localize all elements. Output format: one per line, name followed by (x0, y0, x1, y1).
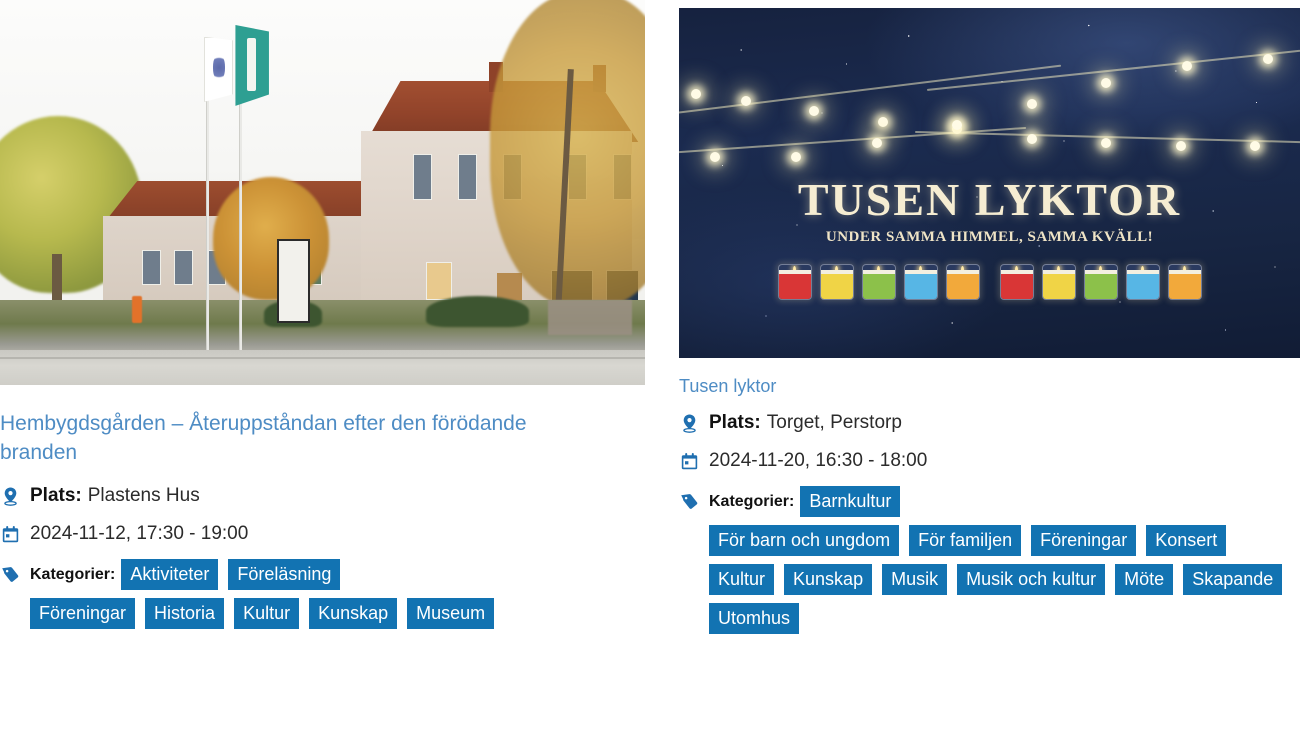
category-tag[interactable]: Musik (882, 564, 948, 595)
categories-overflow: För barn och ungdom För familjen Förenin… (709, 525, 1300, 642)
category-tag[interactable]: Föreningar (1031, 525, 1137, 556)
light-bulb (1101, 137, 1112, 148)
calendar-icon (679, 448, 699, 474)
lantern (1041, 263, 1076, 300)
poster-title: TUSEN LYKTOR (797, 173, 1182, 225)
flag-white (203, 36, 234, 102)
categories-label: Kategorier: (30, 565, 116, 583)
location-value: Torget, Perstorp (766, 412, 902, 433)
light-bulb (710, 151, 721, 162)
events-listing-page: Hembygdsgården – Återuppståndan efter de… (0, 0, 1300, 750)
light-bulb (1026, 99, 1037, 109)
window (412, 154, 433, 201)
window (141, 250, 162, 285)
category-tag[interactable]: Kultur (709, 564, 775, 595)
category-tag[interactable]: Kunskap (784, 564, 873, 595)
event-card-hembygdsgarden: Hembygdsgården – Återuppståndan efter de… (0, 0, 650, 637)
lantern (903, 263, 938, 300)
category-tag[interactable]: Aktiviteter (121, 559, 219, 590)
info-sign (277, 238, 310, 324)
date-value: 2024-11-12, 17:30 - 19:00 (30, 523, 249, 544)
category-tag[interactable]: Musik och kultur (957, 564, 1106, 595)
bench (548, 300, 633, 335)
lantern (1125, 263, 1160, 300)
date-row: 2024-11-20, 16:30 - 18:00 (679, 448, 1300, 474)
flag-green (235, 25, 269, 106)
lantern (1083, 263, 1118, 300)
tag-icon (0, 562, 20, 588)
location-pin-icon (0, 483, 20, 509)
calendar-icon (0, 521, 20, 547)
lantern (1167, 263, 1202, 300)
light-bulb (1026, 134, 1037, 144)
window-lit (425, 261, 452, 301)
categories-overflow: Föreningar Historia Kultur Kunskap Museu… (30, 598, 650, 637)
tree-middle (212, 177, 329, 301)
tag-icon (679, 489, 699, 515)
category-tag[interactable]: Utomhus (709, 603, 800, 634)
category-tag[interactable]: Föreläsning (228, 559, 341, 590)
category-tag[interactable]: Kultur (234, 598, 300, 629)
categories-label: Kategorier: (709, 492, 795, 510)
location-label: Plats: (709, 412, 761, 433)
window (174, 250, 194, 285)
category-tag[interactable]: Kunskap (309, 598, 398, 629)
light-bulb (1175, 141, 1186, 151)
light-bulb (790, 151, 801, 162)
category-tag[interactable]: Museum (407, 598, 495, 629)
category-tag[interactable]: Föreningar (30, 598, 136, 629)
date-value: 2024-11-20, 16:30 - 18:00 (709, 450, 928, 471)
category-tag[interactable]: Skapande (1183, 564, 1283, 595)
poster-scene: TUSEN LYKTOR UNDER SAMMA HIMMEL, SAMMA K… (679, 8, 1300, 358)
category-tag[interactable]: För familjen (909, 525, 1022, 556)
category-tag[interactable]: Möte (1115, 564, 1174, 595)
event-body: Tusen lyktor Plats: Torget, Perstorp 202… (679, 374, 1300, 642)
date-row: 2024-11-12, 17:30 - 19:00 (0, 521, 650, 547)
lantern (819, 263, 854, 300)
event-title-link[interactable]: Hembygdsgården – Återuppståndan efter de… (0, 409, 600, 467)
photo-scene (0, 0, 645, 385)
categories-label-group: Kategorier: (679, 489, 800, 515)
light-bulb (741, 95, 752, 106)
event-body: Hembygdsgården – Återuppståndan efter de… (0, 409, 650, 637)
categories-row: Kategorier: Aktiviteter Föreläsning (0, 559, 650, 598)
category-tag[interactable]: För barn och ungdom (709, 525, 900, 556)
window (457, 154, 478, 201)
lantern (999, 263, 1034, 300)
categories-label-group: Kategorier: (0, 562, 121, 588)
category-tag[interactable]: Barnkultur (800, 486, 901, 517)
category-tag[interactable]: Historia (145, 598, 225, 629)
location-row: Plats: Plastens Hus (0, 483, 650, 509)
categories-row: Kategorier: Barnkultur (679, 486, 1300, 525)
category-tag[interactable]: Konsert (1146, 525, 1227, 556)
light-bulb (691, 88, 702, 99)
event-title-link[interactable]: Tusen lyktor (679, 374, 1279, 398)
location-row: Plats: Torget, Perstorp (679, 410, 1300, 436)
event-card-tusen-lyktor: TUSEN LYKTOR UNDER SAMMA HIMMEL, SAMMA K… (679, 0, 1300, 642)
road (0, 350, 645, 385)
lantern-row (679, 263, 1300, 300)
light-bulb (877, 116, 888, 127)
lantern (945, 263, 980, 300)
light-bulb (1182, 60, 1192, 71)
light-bulb (871, 137, 882, 148)
lantern (777, 263, 812, 300)
lantern (861, 263, 896, 300)
location-value: Plastens Hus (87, 485, 200, 506)
hedge (425, 296, 529, 328)
person (132, 296, 142, 324)
location-label: Plats: (30, 485, 82, 506)
poster-subtitle: UNDER SAMMA HIMMEL, SAMMA KVÄLL! (825, 228, 1154, 245)
location-pin-icon (679, 410, 699, 436)
tusen-lyktor-poster[interactable]: TUSEN LYKTOR UNDER SAMMA HIMMEL, SAMMA K… (679, 8, 1300, 358)
hembygdsgarden-photo[interactable] (0, 0, 645, 385)
light-bulb (1262, 53, 1273, 64)
